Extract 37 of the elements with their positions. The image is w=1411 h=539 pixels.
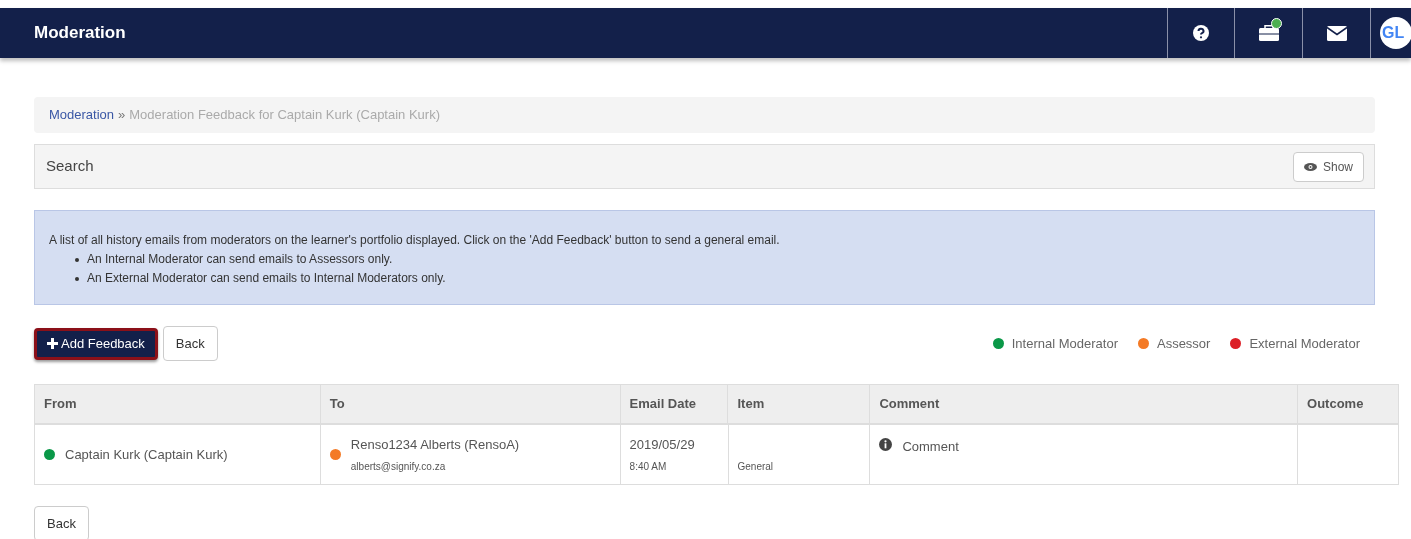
back-button[interactable]: Back (34, 506, 89, 539)
plus-icon (47, 338, 58, 349)
breadcrumb-link[interactable]: Moderation (49, 105, 115, 125)
recipient-email: alberts@signify.co.za (350, 460, 447, 475)
add-feedback-button[interactable]: Add Feedback (34, 327, 158, 360)
bullet-icon (75, 276, 79, 281)
help-icon (1193, 25, 1209, 41)
mail-icon (1326, 25, 1347, 41)
info-icon (879, 438, 893, 451)
column-header: Item (737, 395, 765, 414)
recipient-name: Renso1234 Alberts (RensoA) (350, 435, 520, 454)
column-header: Outcome (1307, 395, 1364, 414)
table-cell-text: General (737, 460, 774, 474)
legend-label: External Moderator (1249, 334, 1360, 353)
legend-label: Internal Moderator (1011, 334, 1118, 353)
column-header: Comment (879, 395, 940, 414)
column-header: To (329, 395, 345, 414)
breadcrumb-separator: » (118, 106, 126, 125)
info-bullet: An External Moderator can send emails to Internal Moderators only. (87, 270, 446, 287)
column-header: Email Date (629, 395, 697, 414)
page-title: Moderation (33, 22, 127, 45)
panel-title: Search (46, 156, 94, 177)
legend-label: Assessor (1156, 334, 1211, 353)
user-avatar[interactable]: GL (1380, 17, 1411, 49)
email-date: 2019/05/29 (629, 435, 696, 454)
info-text: A list of all history emails from moderators on the learner's portfolio displayed. Click on the 'Add Feedback' button to send a general email. (49, 232, 781, 249)
email-time: 8:40 AM (629, 460, 668, 475)
table-cell-text: Captain Kurk (Captain Kurk) (65, 445, 228, 464)
bullet-icon (75, 257, 79, 262)
breadcrumb-current: Moderation Feedback for Captain Kurk (Captain Kurk) (129, 106, 440, 125)
column-header: From (44, 395, 77, 414)
back-button[interactable]: Back (162, 326, 218, 361)
briefcase-icon (1258, 25, 1279, 41)
show-button[interactable]: Show (1292, 151, 1364, 182)
comment-link[interactable]: Comment (902, 437, 959, 457)
info-bullet: An Internal Moderator can send emails to Assessors only. (87, 251, 393, 268)
eye-icon (1303, 162, 1317, 171)
